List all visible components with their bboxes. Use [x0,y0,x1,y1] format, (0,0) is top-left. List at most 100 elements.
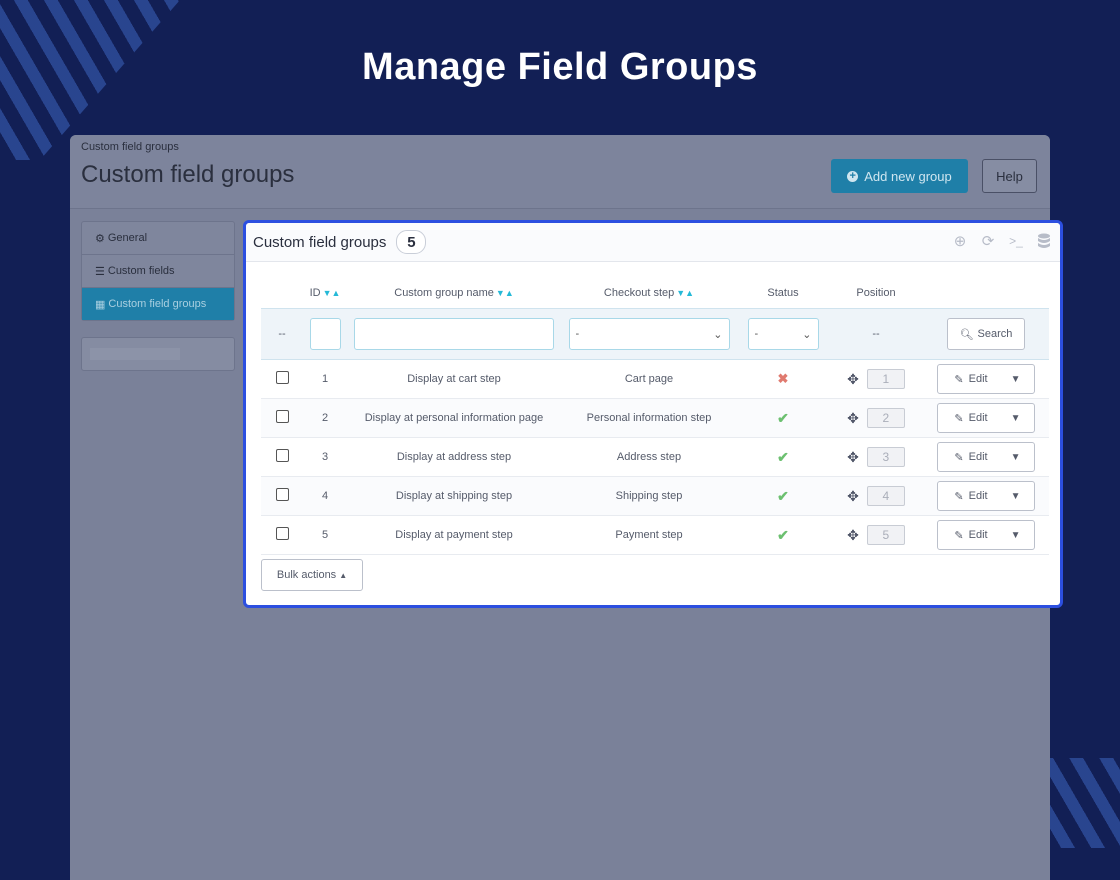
database-icon[interactable] [1036,233,1052,249]
sort-icon[interactable]: ▼▲ [323,288,341,298]
position-filter-empty: -- [829,308,923,360]
row-name: Display at cart step [347,359,561,399]
bulk-actions-button[interactable]: Bulk actions ▲ [261,559,363,591]
row-actions: ✎ Edit ▼ [937,481,1035,511]
custom-field-groups-panel: Custom field groups 5 ⊕ ⟳ >_ ID ▼▲ Custom… [243,220,1063,608]
position-value: 3 [866,447,905,467]
drag-move-icon[interactable]: ✥ [847,488,859,505]
drag-move-icon[interactable]: ✥ [847,527,859,544]
row-actions: ✎ Edit ▼ [937,442,1035,472]
row-step: Shipping step [561,476,737,516]
row-checkbox[interactable] [275,488,289,501]
sidebar-item-general[interactable]: ⚙ General [82,222,234,255]
table-row: 5 Display at payment step Payment step ✔… [261,515,1049,555]
position-value: 2 [866,408,905,428]
table-icon: ▦ [95,298,106,311]
enabled-check-icon[interactable]: ✔ [777,488,789,504]
terminal-icon[interactable]: >_ [1008,233,1024,249]
help-button[interactable]: Help [982,159,1037,193]
table-row: 4 Display at shipping step Shipping step… [261,476,1049,516]
caret-up-icon: ▲ [339,570,348,580]
row-checkbox[interactable] [275,527,289,540]
step-filter-select[interactable]: - ⌄ [568,318,730,350]
position-column-header: Position [856,287,896,299]
name-filter-input[interactable] [354,318,554,350]
pencil-icon: ✎ [954,490,964,503]
search-icon: 🔍︎ [959,328,974,341]
row-checkbox[interactable] [275,449,289,462]
sidebar-blurred-block [81,337,235,371]
groups-table: ID ▼▲ Custom group name ▼▲ Checkout step ▼▲… [261,278,1049,555]
drag-move-icon[interactable]: ✥ [847,371,859,388]
id-filter-input[interactable] [309,318,341,350]
sort-icon[interactable]: ▼▲ [676,288,694,298]
sidebar-item-label: General [107,232,148,244]
enabled-check-icon[interactable]: ✔ [777,527,789,543]
filter-row: -- - ⌄ - ⌄ -- 🔍︎ Search [261,308,1049,360]
row-id: 2 [303,398,347,438]
sidebar-item-label: Custom fields [107,265,175,277]
pencil-icon: ✎ [954,412,964,425]
chevron-down-icon: ⌄ [713,328,723,341]
select-column-header [261,278,303,309]
chevron-down-icon: ⌄ [802,328,812,341]
search-button[interactable]: 🔍︎ Search [946,318,1026,350]
actions-dropdown-toggle[interactable]: ▼ [998,521,1034,549]
sidebar-item-label: Custom field groups [108,298,207,310]
refresh-icon[interactable]: ⟳ [980,233,996,250]
panel-toolbar: ⊕ ⟳ >_ [952,233,1052,250]
edit-button[interactable]: ✎ Edit [938,365,997,393]
actions-dropdown-toggle[interactable]: ▼ [998,404,1034,432]
actions-dropdown-toggle[interactable]: ▼ [998,365,1034,393]
row-name: Display at shipping step [347,476,561,516]
row-checkbox[interactable] [275,371,289,384]
actions-column-header [923,278,1049,309]
hero-title: Manage Field Groups [362,46,758,88]
sidebar-item-custom-fields[interactable]: ☰ Custom fields [82,255,234,288]
actions-dropdown-toggle[interactable]: ▼ [998,482,1034,510]
enabled-check-icon[interactable]: ✔ [777,449,789,465]
row-checkbox[interactable] [275,410,289,423]
drag-move-icon[interactable]: ✥ [847,449,859,466]
row-name: Display at payment step [347,515,561,555]
breadcrumb[interactable]: Custom field groups [81,141,179,153]
table-row: 3 Display at address step Address step ✔… [261,437,1049,477]
panel-title: Custom field groups [253,233,387,251]
pencil-icon: ✎ [954,451,964,464]
filter-empty: -- [261,308,303,360]
row-id: 4 [303,476,347,516]
edit-button[interactable]: ✎ Edit [938,404,997,432]
edit-button[interactable]: ✎ Edit [938,482,997,510]
drag-move-icon[interactable]: ✥ [847,410,859,427]
sort-icon[interactable]: ▼▲ [496,288,514,298]
edit-button[interactable]: ✎ Edit [938,443,997,471]
disabled-x-icon[interactable]: ✖ [778,371,789,386]
plus-circle-icon: + [847,170,859,182]
row-actions: ✎ Edit ▼ [937,364,1035,394]
add-new-group-label: Add new group [864,168,952,184]
count-badge: 5 [396,230,427,254]
pencil-icon: ✎ [954,373,964,386]
page-header: Custom field groups Custom field groups … [70,135,1050,209]
row-id: 3 [303,437,347,477]
add-new-group-button[interactable]: + Add new group [831,159,968,193]
row-name: Display at address step [347,437,561,477]
row-step: Payment step [561,515,737,555]
row-step: Personal information step [561,398,737,438]
pencil-icon: ✎ [954,529,964,542]
enabled-check-icon[interactable]: ✔ [777,410,789,426]
table-row: 1 Display at cart step Cart page ✖ ✥ 1 ✎ E… [261,359,1049,399]
table-row: 2 Display at personal information page P… [261,398,1049,438]
edit-button[interactable]: ✎ Edit [938,521,997,549]
actions-dropdown-toggle[interactable]: ▼ [998,443,1034,471]
panel-header: Custom field groups 5 ⊕ ⟳ >_ [246,223,1060,262]
sidebar-item-custom-field-groups[interactable]: ▦ Custom field groups [82,288,234,320]
blurred-content [90,348,180,360]
position-value: 4 [866,486,905,506]
status-filter-select[interactable]: - ⌄ [747,318,819,350]
row-step: Cart page [561,359,737,399]
page-title: Custom field groups [81,161,295,188]
name-column-header: Custom group name ▼▲ [394,287,514,299]
add-icon[interactable]: ⊕ [952,233,968,250]
row-id: 1 [303,359,347,399]
